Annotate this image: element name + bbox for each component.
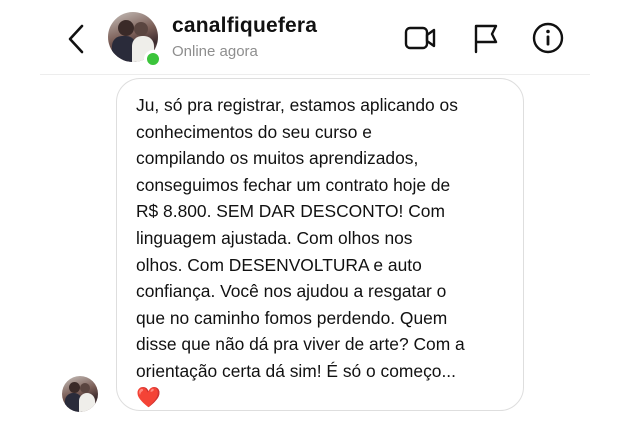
message-line: R$ 8.800. SEM DAR DESCONTO! Com — [136, 201, 445, 222]
message-line: Ju, só pra registrar, estamos aplicando … — [136, 95, 458, 115]
message-line: disse que não dá pra viver de arte? Com … — [136, 334, 465, 355]
message-line: orientação certa dá sim! É só o começo..… — [136, 360, 456, 381]
profile-avatar[interactable] — [108, 12, 162, 68]
message-text: Ju, só pra registrar, estamos aplicando … — [136, 92, 511, 385]
info-icon[interactable] — [530, 20, 566, 56]
message-bubble[interactable]: Ju, só pra registrar, estamos aplicando … — [116, 78, 524, 411]
header-divider — [40, 74, 590, 75]
chat-header: canalfiquefera Online agora — [0, 0, 630, 74]
message-line: olhos. Com DESENVOLTURA e auto — [136, 254, 422, 275]
message-line: linguagem ajustada. Com olhos nos — [136, 227, 413, 248]
sender-avatar[interactable] — [62, 376, 98, 412]
online-status-dot — [144, 50, 162, 68]
online-status-text: Online agora — [172, 43, 258, 60]
heart-emoji-icon: ❤️ — [136, 386, 161, 409]
message-line: conhecimentos do seu curso e — [136, 121, 372, 142]
message-line: que no caminho fomos perdendo. Quem — [136, 307, 448, 328]
back-chevron-icon[interactable] — [62, 22, 92, 56]
message-line: confiança. Você nos ajudou a resgatar o — [136, 281, 447, 302]
username[interactable]: canalfiquefera — [172, 14, 317, 38]
video-camera-icon[interactable] — [402, 20, 438, 56]
message-line: conseguimos fechar um contrato hoje de — [136, 174, 451, 195]
flag-icon[interactable] — [468, 20, 504, 56]
message-line: compilando os muitos aprendizados, — [136, 148, 419, 169]
